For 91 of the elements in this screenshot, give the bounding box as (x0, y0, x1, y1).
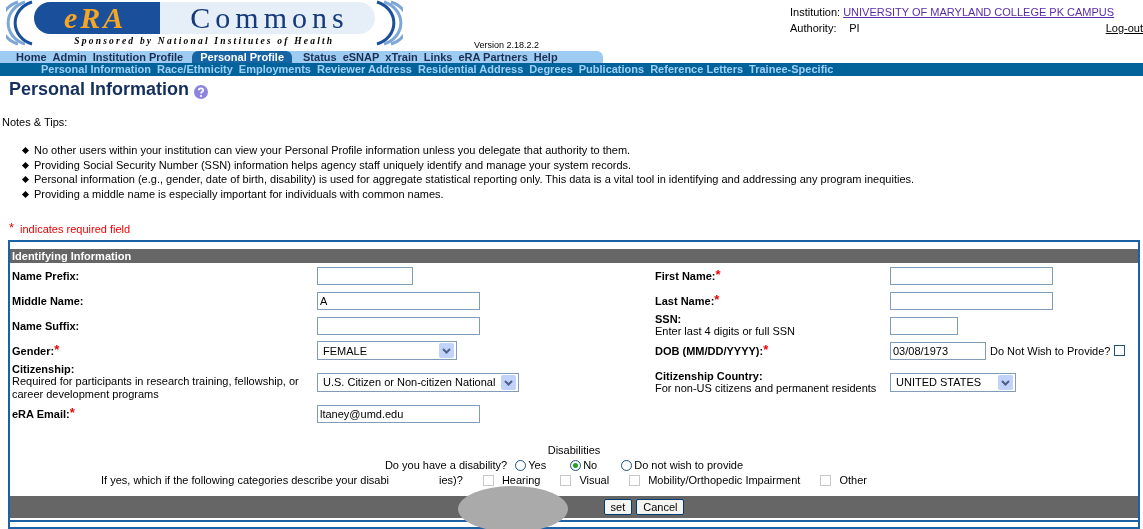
field-label: eRA Email: (12, 407, 70, 420)
field-label: SSN: (655, 313, 682, 325)
field-label: First Name: (655, 269, 716, 282)
required-note: indicates required field (20, 223, 131, 235)
section-header: Identifying Information (10, 249, 1138, 263)
note-text: Providing a middle name is especially important for individuals with common names. (34, 186, 444, 201)
subnav-link[interactable]: Reviewer Address (317, 63, 412, 76)
field-label: Citizenship Country: (655, 369, 763, 382)
logo-tagline: Sponsored by National Institutes of Health (74, 36, 335, 46)
bullet-icon (21, 146, 30, 155)
help-icon[interactable] (194, 84, 209, 99)
required-mark: * (54, 344, 60, 357)
nav-tab[interactable]: Status (300, 51, 340, 63)
nav-tab[interactable]: Institution Profile (89, 51, 187, 63)
subnav-link[interactable]: Race/Ethnicity (157, 63, 233, 76)
text-field[interactable] (890, 316, 958, 335)
field-label: Citizenship: (12, 363, 75, 375)
page-title: Personal Information (9, 79, 190, 100)
required-mark: * (9, 223, 15, 235)
disability-question: Do you have a disability? (384, 459, 508, 471)
logout-link[interactable]: Log-out (1105, 22, 1143, 34)
field-hint: Required for participants in research training, fellowship, or career development programs (12, 375, 300, 401)
subnav-link[interactable]: Reference Letters (650, 63, 744, 76)
dropdown[interactable]: U.S. Citizen or Non-citizen National (317, 372, 520, 392)
form-button[interactable]: set (603, 499, 633, 515)
note-text: No other users within your institution can view your Personal Profile information unless you delegate that authority to them. (34, 143, 631, 158)
logo-name: Commons (160, 2, 375, 34)
subnav-link[interactable]: Employments (238, 63, 311, 76)
institution-label: Institution: (790, 6, 841, 18)
field-label: Last Name: (655, 294, 715, 307)
nav-tab[interactable]: Personal Profile (192, 51, 292, 63)
disabilities-title: Disabilities (547, 444, 601, 456)
subnav-link[interactable]: Personal Information (41, 63, 152, 76)
logo-arc-drawing (6, 0, 34, 46)
bullet-icon (21, 190, 30, 198)
bullet-icon (21, 161, 30, 169)
text-field[interactable]: A (317, 291, 480, 310)
text-field[interactable]: 03/08/1973 (890, 341, 986, 360)
field-label: Middle Name: (12, 294, 84, 307)
form-button[interactable]: Cancel (636, 499, 685, 515)
categories-question: If yes, which if the following categories describe your disabi (101, 474, 390, 486)
checkbox[interactable] (1114, 345, 1126, 356)
subnav-link[interactable]: Trainee-Specific (749, 63, 834, 76)
field-hint: For non-US citizens and permanent residents (655, 381, 878, 395)
note-text: Providing Social Security Number (SSN) information helps agency staff uniquely identify and manage your system records. (34, 157, 632, 172)
field-label: Name Suffix: (12, 319, 80, 332)
nav-tab[interactable]: xTrain (382, 51, 421, 63)
checkbox-label: Other (839, 474, 867, 486)
text-field[interactable] (317, 266, 413, 285)
dropdown[interactable]: FEMALE (317, 341, 457, 360)
version-label: Version 2.18.2.2 (474, 40, 540, 50)
logo-arc-drawing (374, 0, 403, 46)
text-field[interactable]: ltaney@umd.edu (317, 404, 480, 423)
field-label: DOB (MM/DD/YYYY): (655, 344, 764, 357)
categories-question-end: ies)? (439, 474, 463, 486)
field-label: Name Prefix: (12, 269, 80, 282)
logo-brand: eRA (34, 2, 161, 34)
checkbox-label: Visual (579, 474, 610, 486)
subnav-link[interactable]: Publications (578, 63, 645, 76)
radio-label: Yes (528, 459, 547, 471)
radio-button[interactable] (570, 459, 582, 471)
nav-tab[interactable]: Admin (49, 51, 90, 63)
required-mark: * (714, 294, 720, 307)
nav-tab[interactable]: Home (13, 51, 50, 63)
radio-button[interactable] (621, 459, 633, 471)
bullet-icon (21, 175, 30, 184)
checkbox-label: Hearing (501, 474, 541, 486)
field-hint: Enter last 4 digits or full SSN (655, 325, 796, 338)
text-field[interactable] (890, 266, 1053, 285)
radio-button[interactable] (515, 459, 527, 471)
nav-tab[interactable]: Links (420, 51, 456, 63)
dropdown[interactable]: UNITED STATES (890, 372, 1016, 392)
option-label: Do Not Wish to Provide? (990, 344, 1111, 357)
required-mark: * (69, 407, 75, 420)
subnav-link[interactable]: Degrees (529, 63, 573, 76)
subnav-link[interactable]: Residential Address (417, 63, 524, 76)
text-field[interactable] (890, 291, 1053, 310)
required-mark: * (763, 344, 769, 357)
institution-link[interactable]: UNIVERSITY OF MARYLAND COLLEGE PK CAMPUS (843, 6, 1115, 18)
radio-label: No (583, 459, 598, 471)
nav-tab[interactable]: eSNAP (339, 51, 383, 63)
required-mark: * (715, 269, 721, 282)
nav-tab[interactable]: eRA Partners (455, 51, 531, 63)
note-text: Personal information (e.g., gender, date of birth, disability) is used for aggregate statistical reporting only. This data is a vital tool in identifying and addressing any program inequities. (34, 172, 915, 187)
field-label: Gender: (12, 344, 55, 357)
text-field[interactable] (317, 316, 480, 335)
checkbox-label: Mobility/Orthopedic Impairment (648, 474, 801, 486)
notes-heading: Notes & Tips: (2, 116, 69, 128)
radio-label: Do not wish to provide (634, 459, 744, 471)
authority-label: Authority: (790, 22, 838, 34)
nav-tab[interactable]: Help (530, 51, 561, 63)
